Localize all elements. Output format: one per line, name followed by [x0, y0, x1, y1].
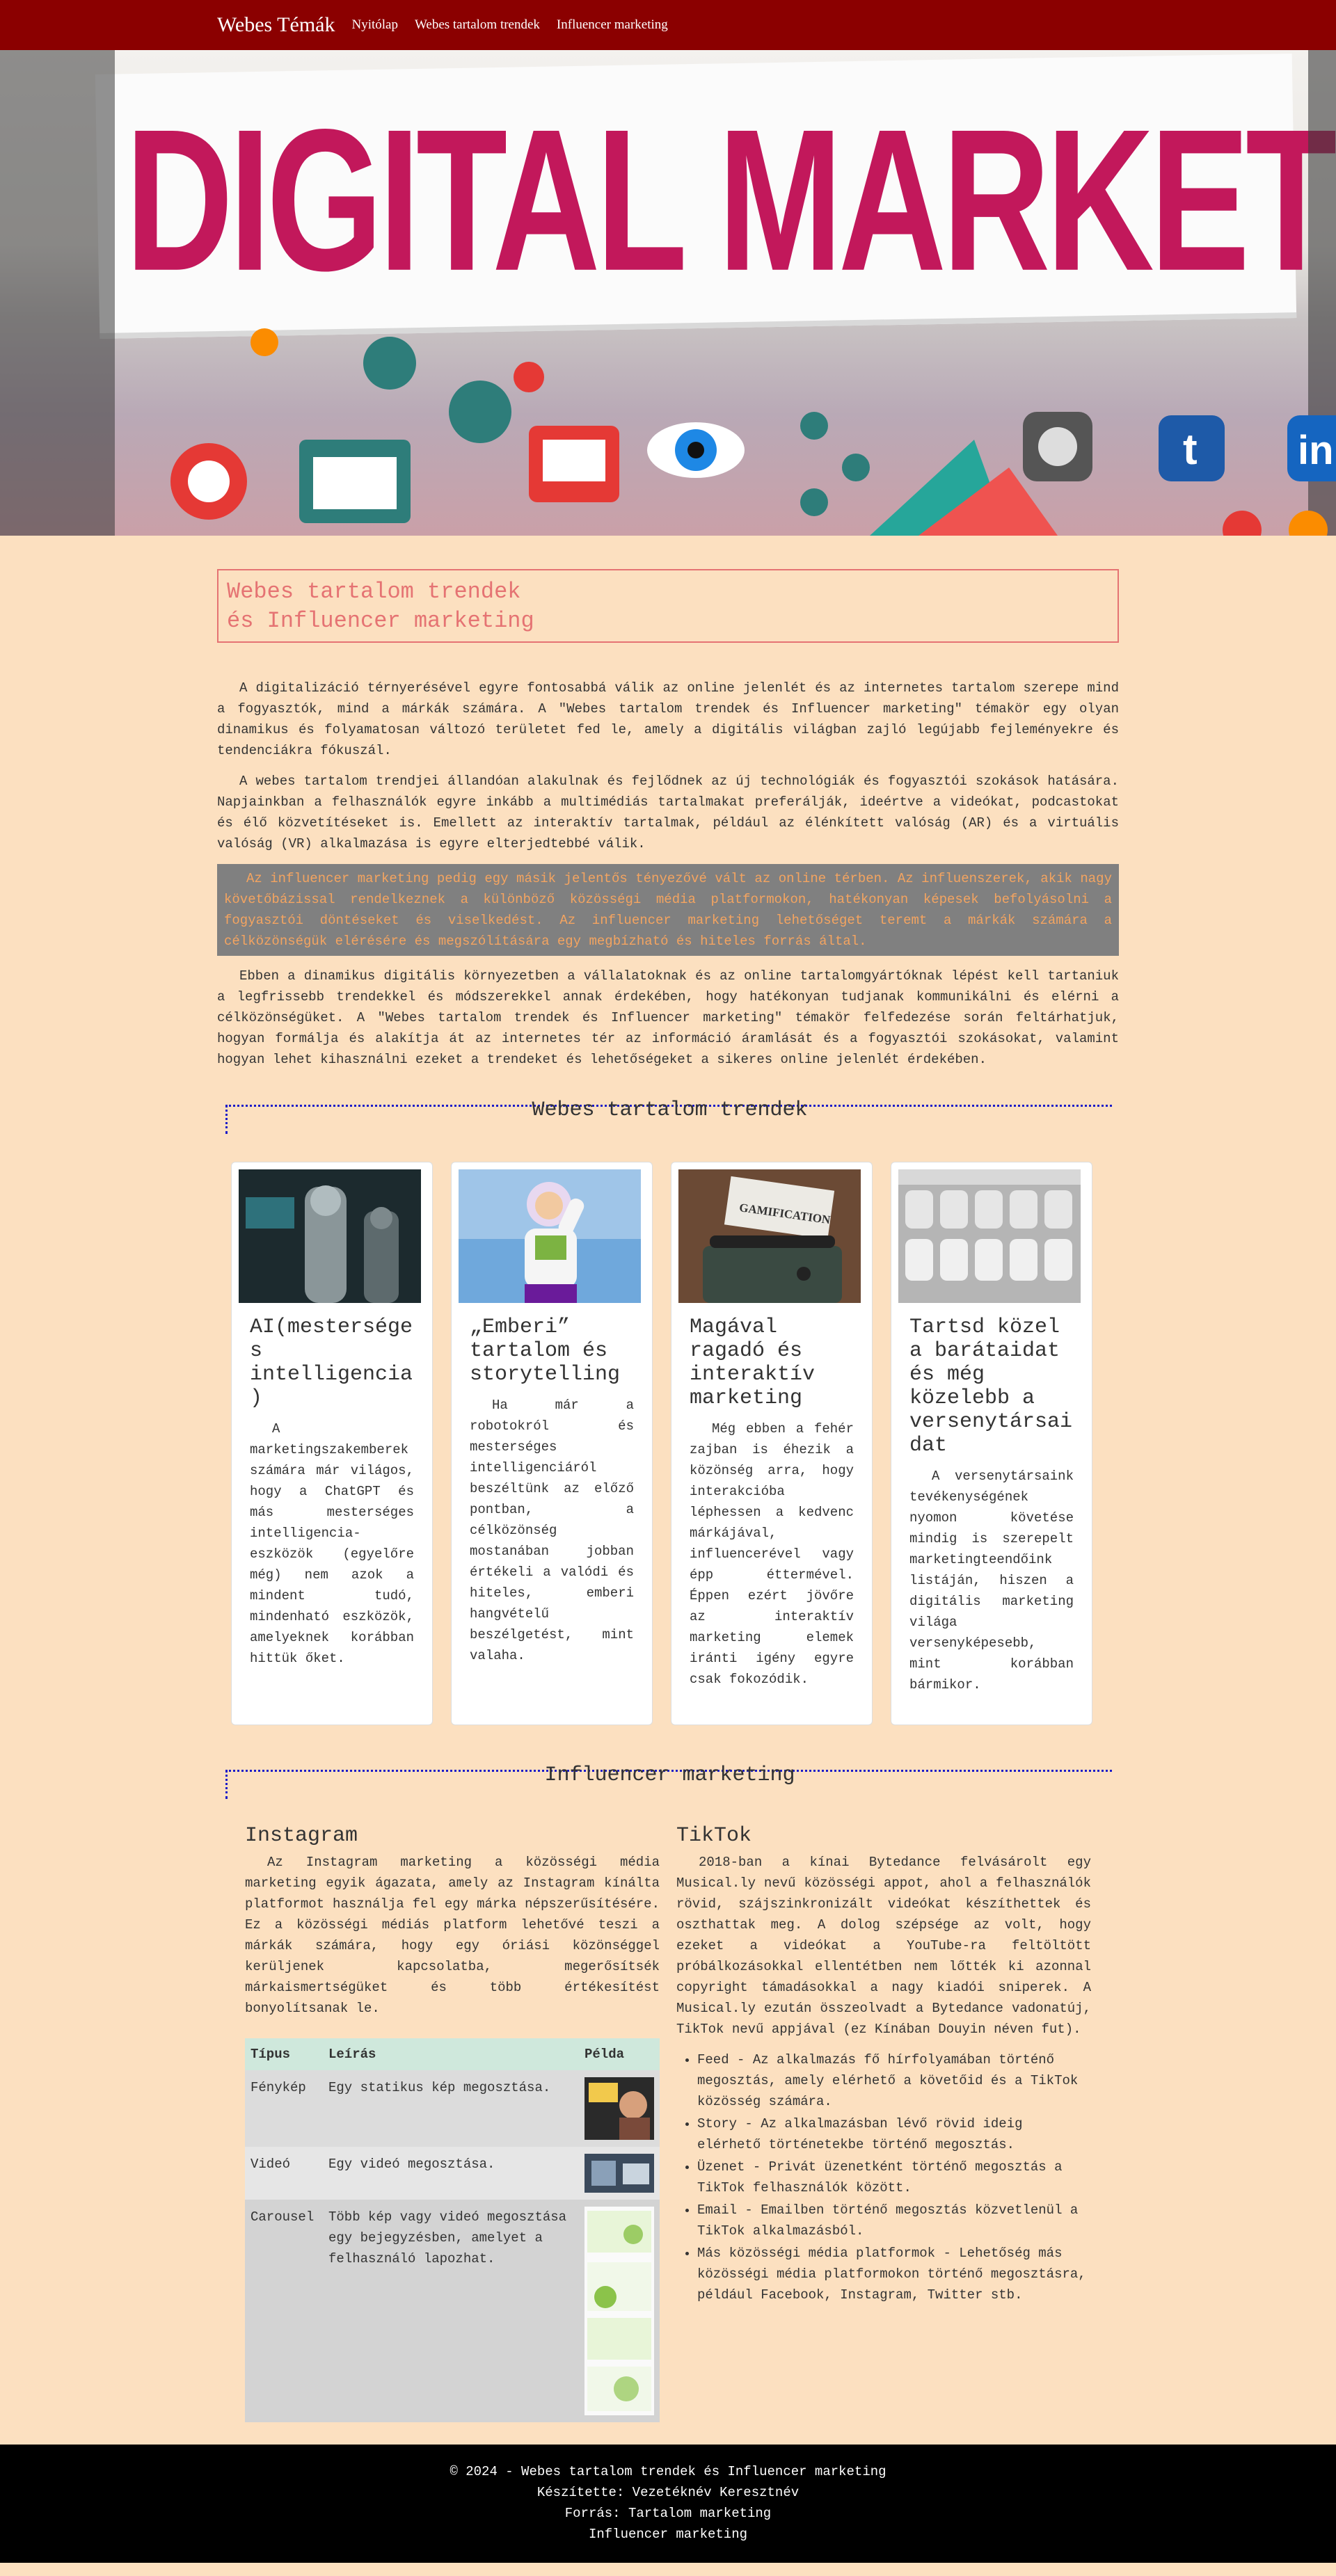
- list-item: Story - Az alkalmazásban lévő rövid idei…: [697, 2113, 1091, 2155]
- svg-text:t: t: [1183, 426, 1198, 474]
- svg-text:in: in: [1298, 428, 1334, 473]
- tiktok-title: TikTok: [676, 1824, 752, 1848]
- trend-cards: AI(mesterséges intelligencia) A marketin…: [217, 1134, 1119, 1725]
- page-title-line1: Webes tartalom trendek: [227, 579, 521, 605]
- card-title-interactive: Magával ragadó és interaktív marketing: [690, 1315, 816, 1410]
- tiktok-text: 2018-ban a kínai Bytedance felvásárolt e…: [676, 1855, 1091, 2037]
- instagram-title: Instagram: [245, 1824, 358, 1848]
- trend-card-interactive: GAMIFICATION Magával ragadó és interaktí…: [671, 1162, 873, 1725]
- table-cell-type: Carousel: [250, 2209, 315, 2225]
- card-title-ai: AI(mesterséges intelligencia): [250, 1315, 413, 1410]
- table-cell-example: [579, 2070, 660, 2147]
- list-item: Más közösségi média platformok - Lehetős…: [697, 2243, 1091, 2305]
- table-cell-type: Videó: [250, 2157, 291, 2172]
- footer-copyright: © 2024 - Webes tartalom trendek és Influ…: [450, 2464, 886, 2479]
- footer: © 2024 - Webes tartalom trendek és Influ…: [0, 2445, 1336, 2563]
- card-title-storytelling: „Emberi” tartalom és storytelling: [470, 1315, 621, 1386]
- page-title: Webes tartalom trendek és Influencer mar…: [217, 569, 1119, 643]
- table-row: Fénykép Egy statikus kép megosztása.: [245, 2070, 660, 2147]
- video-example-image: [584, 2154, 654, 2193]
- card-text-storytelling: Ha már a robotokról és mesterséges intel…: [470, 1398, 634, 1663]
- influencer-section: Instagram Az Instagram marketing a közös…: [217, 1799, 1119, 2445]
- table-header-type: Típus: [245, 2038, 323, 2070]
- card-text-competitors: A versenytársaink tevékenységének nyomon…: [909, 1469, 1074, 1693]
- nav-link-influencer[interactable]: Influencer marketing: [557, 17, 668, 33]
- table-header-example: Példa: [579, 2038, 660, 2070]
- card-title-competitors: Tartsd közel a barátaidat és még közeleb…: [909, 1315, 1073, 1457]
- outro-paragraph: Ebben a dinamikus digitális környezetben…: [217, 968, 1119, 1067]
- trend-card-ai: AI(mesterséges intelligencia) A marketin…: [231, 1162, 433, 1725]
- table-header-description: Leírás: [323, 2038, 579, 2070]
- card-text-interactive: Még ebben a fehér zajban is éhezik a köz…: [690, 1421, 854, 1687]
- tiktok-column: TikTok 2018-ban a kínai Bytedance felvás…: [676, 1824, 1091, 2422]
- nav-link-home[interactable]: Nyitólap: [351, 17, 398, 33]
- navbar: Webes Témák Nyitólap Webes tartalom tren…: [0, 0, 1336, 50]
- hero-illustration: t in: [0, 50, 1336, 536]
- table-cell-type: Fénykép: [250, 2080, 306, 2095]
- gamification-typewriter-image: GAMIFICATION: [678, 1169, 861, 1303]
- trends-heading: Webes tartalom trendek: [225, 1100, 1112, 1134]
- table-cell-description: Egy statikus kép megosztása.: [328, 2080, 551, 2095]
- card-text-ai: A marketingszakemberek számára már világ…: [250, 1421, 414, 1666]
- toy-figure-image: [459, 1169, 641, 1303]
- footer-source: Forrás: Tartalom marketing: [564, 2506, 772, 2521]
- nav-link-web-trends[interactable]: Webes tartalom trendek: [415, 17, 540, 33]
- footer-source-2: Influencer marketing: [588, 2527, 748, 2542]
- list-item: Email - Emailben történő megosztás közve…: [697, 2200, 1091, 2241]
- robot-image: [239, 1169, 421, 1303]
- instagram-column: Instagram Az Instagram marketing a közös…: [245, 1824, 660, 2422]
- chairs-image: [898, 1169, 1081, 1303]
- instagram-type-table: Típus Leírás Példa Fénykép Egy statikus …: [245, 2038, 660, 2422]
- table-cell-description: Több kép vagy videó megosztása egy bejeg…: [328, 2209, 567, 2266]
- table-cell-description: Egy videó megosztása.: [328, 2157, 495, 2172]
- table-cell-example: [579, 2200, 660, 2422]
- table-row: Videó Egy videó megosztása.: [245, 2147, 660, 2200]
- brand-logo-link[interactable]: Webes Témák: [217, 13, 335, 37]
- highlight-paragraph: Az influencer marketing pedig egy másik …: [217, 864, 1119, 956]
- trend-card-storytelling: „Emberi” tartalom és storytelling Ha már…: [451, 1162, 653, 1725]
- intro-paragraph-2: A webes tartalom trendjei állandóan alak…: [217, 774, 1119, 851]
- page-title-line2: és Influencer marketing: [227, 608, 534, 634]
- table-cell-example: [579, 2147, 660, 2200]
- intro-paragraph-1: A digitalizáció térnyerésével egyre font…: [217, 680, 1119, 758]
- table-row: Carousel Több kép vagy videó megosztása …: [245, 2200, 660, 2422]
- instagram-text: Az Instagram marketing a közösségi média…: [245, 1855, 660, 2016]
- photo-example-image: [584, 2077, 654, 2140]
- tiktok-share-list: Feed - Az alkalmazás fő hírfolyamában tö…: [676, 2049, 1091, 2305]
- carousel-example-image: [584, 2207, 654, 2415]
- footer-author: Készítette: Vezetéknév Keresztnév: [536, 2485, 800, 2500]
- trend-card-competitors: Tartsd közel a barátaidat és még közeleb…: [891, 1162, 1092, 1725]
- main-content: Webes tartalom trendek és Influencer mar…: [217, 536, 1119, 2445]
- hero-image: DIGITAL MARKETING t in: [0, 50, 1336, 536]
- list-item: Feed - Az alkalmazás fő hírfolyamában tö…: [697, 2049, 1091, 2112]
- influencer-heading: Influencer marketing: [225, 1765, 1112, 1799]
- list-item: Üzenet - Privát üzenetként történő megos…: [697, 2157, 1091, 2198]
